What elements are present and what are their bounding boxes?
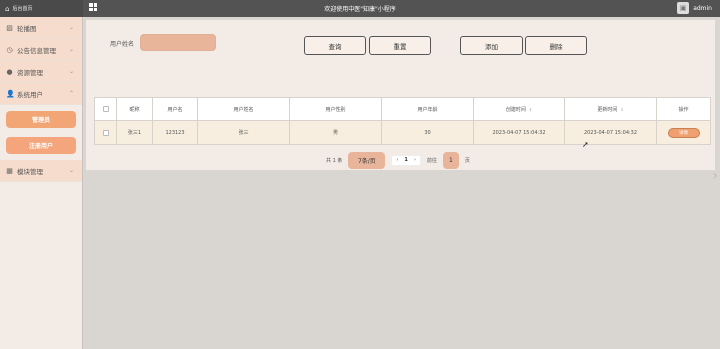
cell-updated: 2023-04-07 15:04:32	[565, 121, 657, 144]
add-button[interactable]: 添加	[460, 36, 523, 55]
sidebar-subitem-admin[interactable]: 管理员	[6, 111, 76, 128]
page-size-select[interactable]: 7条/页	[348, 151, 386, 169]
delete-button[interactable]: 删除	[525, 36, 587, 55]
reset-button[interactable]: 重置	[369, 36, 431, 55]
mouse-cursor-icon: ➚	[582, 140, 589, 149]
user-icon: 👤	[6, 89, 15, 98]
chevron-down-icon: ⌄	[68, 46, 74, 53]
sidebar-subitem-registered-users[interactable]: 注册用户	[6, 137, 76, 154]
cell-gender: 男	[290, 121, 382, 144]
chevron-down-icon: ⌄	[68, 68, 74, 75]
table-header-row: 昵称 用户名 用户姓名 用户性别 用户年龄 创建时间 ⇕ 更新时间 ⇕ 操作	[95, 98, 710, 121]
sort-icon[interactable]: ⇕	[620, 107, 623, 112]
sidebar-item-modules[interactable]: ▦ 模块管理 ⌄	[0, 160, 82, 182]
column-header-created[interactable]: 创建时间 ⇕	[474, 98, 565, 120]
avatar[interactable]: ▣	[677, 2, 690, 14]
column-header: 用户性别	[290, 98, 382, 120]
user-menu[interactable]: ▣ admin	[677, 2, 712, 14]
current-page[interactable]: 1	[404, 157, 407, 163]
column-header-label: 更新时间	[597, 106, 618, 113]
detail-button[interactable]: 详情	[667, 127, 700, 138]
row-checkbox[interactable]	[102, 129, 109, 136]
goto-prefix: 前往	[426, 157, 437, 164]
chevron-up-icon: ⌃	[68, 90, 74, 97]
search-label: 用户姓名	[110, 41, 135, 48]
chevron-right-icon[interactable]: ›	[712, 168, 718, 184]
column-header: 用户姓名	[198, 98, 290, 120]
pagination: 共 1 条 7条/页 ‹ 1 › 前往 1 页	[326, 151, 470, 169]
cell-action: 详情	[657, 121, 710, 144]
query-button[interactable]: 查询	[304, 36, 366, 55]
column-header: 用户名	[153, 98, 198, 120]
page-nav: ‹ 1 ›	[391, 154, 421, 166]
sidebar-item-label: 公告信息管理	[17, 46, 56, 55]
sidebar-item-notice[interactable]: ◷ 公告信息管理 ⌄	[0, 39, 82, 61]
sidebar-item-label: 轮播图	[17, 24, 37, 33]
sidebar-item-system-users[interactable]: 👤 系统用户 ⌃	[0, 83, 82, 105]
cell-nickname: 张三1	[117, 121, 153, 144]
data-table: 昵称 用户名 用户姓名 用户性别 用户年龄 创建时间 ⇕ 更新时间 ⇕ 操作 张三1…	[94, 97, 711, 145]
cell-age: 30	[382, 121, 474, 144]
row-select-cell	[95, 121, 117, 144]
select-all-checkbox[interactable]	[102, 106, 109, 112]
column-header: 昵称	[117, 98, 153, 120]
sidebar-item-label: 资源管理	[17, 68, 43, 77]
column-header: 用户年龄	[382, 98, 474, 120]
chevron-down-icon: ⌄	[68, 167, 74, 174]
pin-icon: ●	[6, 67, 13, 76]
sidebar-item-label: 模块管理	[17, 167, 43, 176]
cell-created: 2023-04-07 15:04:32	[474, 121, 565, 144]
total-count: 共 1 条	[326, 157, 343, 164]
search-input[interactable]	[140, 34, 216, 51]
sidebar: ▨ 轮播图 ⌄ ◷ 公告信息管理 ⌄ ● 资源管理 ⌄ 👤 系统用户 ⌃ 管理员…	[0, 17, 83, 349]
goto-page-input[interactable]: 1	[442, 151, 459, 169]
goto-suffix: 页	[464, 157, 470, 164]
welcome-text: 欢迎使用中医"知康"小程序	[324, 6, 396, 13]
next-page-icon[interactable]: ›	[414, 157, 416, 163]
image-icon: ▨	[6, 23, 13, 32]
sidebar-item-resource[interactable]: ● 资源管理 ⌄	[0, 61, 82, 83]
column-header-updated[interactable]: 更新时间 ⇕	[565, 98, 657, 120]
cell-username: 123123	[153, 121, 198, 144]
chevron-down-icon: ⌄	[68, 24, 74, 31]
sort-icon[interactable]: ⇕	[529, 107, 532, 112]
table-row: 张三1 123123 张三 男 30 2023-04-07 15:04:32 2…	[95, 121, 710, 144]
submenu: 管理员 注册用户	[0, 105, 82, 160]
top-bar: ⌂ 后台首页 欢迎使用中医"知康"小程序 ▣ admin	[0, 0, 720, 17]
clock-icon: ◷	[6, 45, 13, 54]
column-header-label: 创建时间	[505, 106, 526, 113]
column-header: 操作	[678, 106, 689, 113]
main-panel: 用户姓名 查询 重置 添加 删除 昵称 用户名 用户姓名 用户性别 用户年龄 创…	[86, 20, 715, 170]
sidebar-item-label: 系统用户	[17, 90, 43, 99]
username: admin	[693, 4, 712, 12]
prev-page-icon[interactable]: ‹	[396, 157, 398, 163]
grid-icon: ▦	[6, 166, 13, 175]
sidebar-item-carousel[interactable]: ▨ 轮播图 ⌄	[0, 17, 82, 39]
select-all-cell	[95, 98, 117, 120]
cell-realname: 张三	[198, 121, 290, 144]
